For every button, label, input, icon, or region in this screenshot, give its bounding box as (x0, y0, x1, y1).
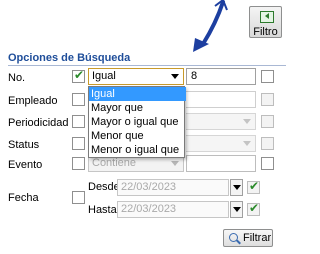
no-operator-select[interactable]: Igual (88, 68, 184, 85)
no-label: No. (8, 72, 26, 84)
hasta-label: Hasta (88, 204, 117, 216)
hasta-checkbox[interactable] (247, 201, 260, 216)
dropdown-option-igual[interactable]: Igual (89, 87, 186, 101)
periodicidad-extra-checkbox[interactable] (261, 115, 274, 128)
fecha-checkbox[interactable] (72, 191, 85, 204)
empleado-label: Empleado (8, 95, 58, 107)
chevron-down-icon (243, 141, 251, 146)
operator-dropdown-list: Igual Mayor que Mayor o igual que Menor … (88, 86, 186, 158)
empleado-extra-checkbox[interactable] (261, 93, 274, 106)
periodicidad-label: Periodicidad (8, 117, 69, 129)
desde-calendar-dropdown[interactable] (230, 179, 243, 196)
dropdown-option-menor-que[interactable]: Menor que (89, 129, 186, 143)
chevron-down-icon (171, 74, 179, 79)
status-select[interactable] (186, 135, 256, 152)
dropdown-option-mayor-o-igual-que[interactable]: Mayor o igual que (89, 115, 186, 129)
status-checkbox[interactable] (72, 137, 85, 150)
periodicidad-checkbox[interactable] (72, 115, 85, 128)
filtro-button-label: Filtro (253, 26, 278, 38)
no-checkbox[interactable] (72, 68, 85, 83)
evento-label: Evento (8, 159, 43, 171)
empleado-input[interactable] (186, 91, 256, 108)
magnifier-icon (229, 233, 238, 242)
status-label: Status (8, 139, 40, 151)
periodicidad-select[interactable] (186, 113, 256, 130)
evento-extra-checkbox[interactable] (261, 157, 274, 170)
fecha-label: Fecha (8, 192, 39, 204)
section-title: Opciones de Búsqueda (8, 52, 131, 64)
no-extra-checkbox[interactable] (261, 70, 274, 83)
dropdown-option-mayor-que[interactable]: Mayor que (89, 101, 186, 115)
filtrar-button-label: Filtrar (243, 232, 272, 244)
section-divider (8, 65, 286, 66)
desde-checkbox[interactable] (247, 179, 260, 194)
desde-date-input[interactable]: 22/03/2023 (117, 179, 229, 196)
evento-value-input[interactable] (186, 155, 256, 172)
hasta-calendar-dropdown[interactable] (230, 201, 243, 218)
empleado-checkbox[interactable] (72, 93, 85, 106)
annotation-arrow (193, 0, 228, 52)
no-value-input[interactable]: 8 (186, 68, 256, 85)
chevron-down-icon (171, 161, 179, 166)
desde-label: Desde (88, 181, 120, 193)
status-extra-checkbox[interactable] (261, 137, 274, 150)
dropdown-option-menor-o-igual-que[interactable]: Menor o igual que (89, 143, 186, 157)
hasta-date-input[interactable]: 22/03/2023 (117, 201, 229, 218)
filtro-button[interactable]: Filtro (249, 6, 282, 38)
filtrar-button[interactable]: Filtrar (223, 229, 273, 247)
chevron-down-icon (243, 119, 251, 124)
filter-window-icon (260, 11, 274, 23)
evento-checkbox[interactable] (72, 157, 85, 170)
